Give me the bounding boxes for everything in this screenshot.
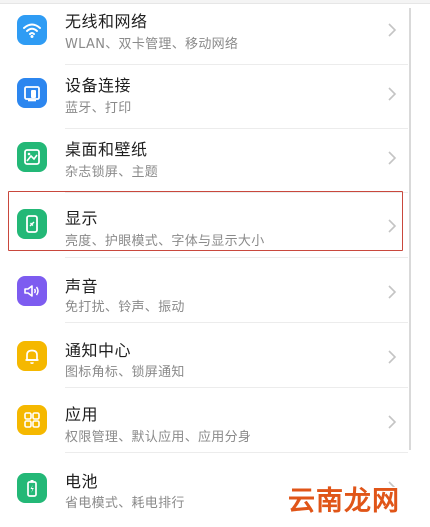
item-title: 显示 — [65, 209, 99, 228]
settings-item-device-connection[interactable]: 设备连接 蓝牙、打印 — [0, 64, 430, 129]
item-subtitle: 杂志锁屏、主题 — [65, 165, 159, 180]
wifi-icon — [17, 15, 47, 45]
settings-item-notification-center[interactable]: 通知中心 图标角标、锁屏通知 — [0, 323, 430, 388]
item-subtitle: WLAN、双卡管理、移动网络 — [65, 37, 239, 52]
item-title: 声音 — [65, 277, 99, 296]
battery-icon — [17, 473, 47, 503]
item-subtitle: 免打扰、铃声、振动 — [65, 300, 185, 315]
wallpaper-icon — [17, 142, 47, 172]
settings-item-apps[interactable]: 应用 权限管理、默认应用、应用分身 — [0, 388, 430, 453]
chevron-right-icon — [388, 350, 397, 364]
item-subtitle: 图标角标、锁屏通知 — [65, 365, 185, 380]
chevron-right-icon — [388, 285, 397, 299]
item-subtitle: 省电模式、耗电排行 — [65, 496, 185, 511]
item-title: 无线和网络 — [65, 12, 148, 31]
settings-item-display[interactable]: 显示 亮度、护眼模式、字体与显示大小 — [0, 193, 430, 258]
item-subtitle: 亮度、护眼模式、字体与显示大小 — [65, 234, 265, 249]
speaker-icon — [17, 276, 47, 306]
chevron-right-icon — [388, 219, 397, 233]
item-title: 电池 — [65, 472, 99, 491]
apps-grid-icon — [17, 405, 47, 435]
chevron-right-icon — [388, 87, 397, 101]
item-subtitle: 权限管理、默认应用、应用分身 — [65, 430, 252, 445]
chevron-right-icon — [388, 23, 397, 37]
item-title: 设备连接 — [65, 76, 132, 95]
item-title: 桌面和壁纸 — [65, 140, 148, 159]
device-connect-icon — [17, 78, 47, 108]
chevron-right-icon — [388, 415, 397, 429]
item-subtitle: 蓝牙、打印 — [65, 101, 132, 116]
chevron-right-icon — [388, 151, 397, 165]
settings-item-sound[interactable]: 声音 免打扰、铃声、振动 — [0, 258, 430, 323]
bell-icon — [17, 341, 47, 371]
watermark-text: 云南龙网 — [288, 486, 400, 517]
settings-item-wireless-network[interactable]: 无线和网络 WLAN、双卡管理、移动网络 — [0, 0, 430, 65]
display-icon — [17, 209, 47, 239]
scrollbar[interactable] — [409, 8, 411, 450]
settings-item-home-wallpaper[interactable]: 桌面和壁纸 杂志锁屏、主题 — [0, 128, 430, 193]
item-title: 通知中心 — [65, 341, 132, 360]
item-title: 应用 — [65, 405, 99, 424]
